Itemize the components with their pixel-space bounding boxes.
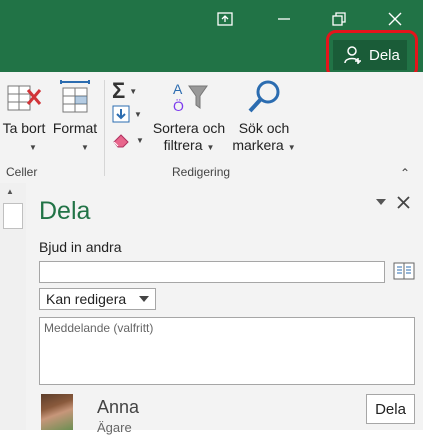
sort-filter-label-2: filtrera ▼ bbox=[163, 137, 215, 153]
format-cells-icon bbox=[60, 80, 90, 113]
magnifier-icon bbox=[248, 80, 280, 113]
address-book-icon[interactable] bbox=[393, 261, 415, 281]
close-icon[interactable] bbox=[383, 8, 407, 30]
delete-dropdown-icon: ▼ bbox=[29, 143, 37, 152]
autosum-dropdown-icon: ▼ bbox=[129, 86, 138, 96]
scroll-up-icon[interactable]: ▲ bbox=[6, 187, 14, 196]
share-pane: Dela Bjud in andra Kan redigera Meddelan… bbox=[26, 183, 423, 435]
ribbon: Ta bort ▼ Format ▼ Celler Σ ▼ ▼ ▼ A Ö Sor… bbox=[0, 72, 423, 184]
title-bar: Dela bbox=[0, 0, 423, 78]
fill-down-icon bbox=[112, 105, 130, 123]
pane-title: Dela bbox=[39, 197, 91, 225]
fill-button[interactable]: ▼ bbox=[112, 105, 142, 123]
editing-group-label: Redigering bbox=[172, 165, 231, 179]
share-button-label: Dela bbox=[369, 46, 400, 64]
permission-select[interactable]: Kan redigera bbox=[39, 288, 156, 310]
autosum-button[interactable]: Σ ▼ bbox=[112, 78, 137, 104]
invite-label: Bjud in andra bbox=[39, 239, 122, 255]
clear-button[interactable]: ▼ bbox=[112, 132, 144, 148]
permission-value: Kan redigera bbox=[46, 291, 127, 307]
autosum-icon: Σ bbox=[112, 78, 126, 103]
share-submit-button[interactable]: Dela bbox=[366, 394, 415, 424]
permission-dropdown-icon bbox=[139, 296, 149, 302]
collapse-ribbon-icon[interactable]: ⌃ bbox=[400, 166, 410, 180]
format-dropdown-icon: ▼ bbox=[81, 143, 89, 152]
format-label: Format bbox=[52, 120, 98, 136]
find-select-label-2: markera ▼ bbox=[232, 137, 296, 153]
delete-cells-icon bbox=[7, 85, 42, 111]
sort-filter-label-1: Sortera och bbox=[152, 120, 226, 136]
user-name: Anna bbox=[97, 397, 140, 417]
avatar bbox=[41, 394, 73, 430]
fill-dropdown-icon: ▼ bbox=[134, 109, 142, 119]
group-separator bbox=[104, 80, 105, 176]
restore-icon[interactable] bbox=[327, 8, 351, 30]
eraser-icon bbox=[113, 134, 129, 148]
delete-cells-button[interactable]: Ta bort ▼ bbox=[0, 78, 48, 156]
delete-label: Ta bort bbox=[2, 120, 46, 136]
share-person-icon bbox=[344, 46, 361, 64]
sort-filter-icon: A Ö bbox=[173, 81, 208, 114]
share-button[interactable]: Dela bbox=[333, 40, 407, 70]
message-textarea[interactable]: Meddelande (valfritt) bbox=[39, 317, 415, 385]
sort-filter-button[interactable]: A Ö Sortera och filtrera ▼ bbox=[148, 78, 230, 156]
minimize-icon[interactable] bbox=[272, 8, 296, 30]
ribbon-display-options-icon[interactable] bbox=[213, 8, 237, 30]
vertical-scrollbar[interactable]: ▲ bbox=[0, 183, 27, 430]
svg-text:A: A bbox=[173, 81, 183, 97]
scrollbar-thumb[interactable] bbox=[3, 203, 23, 229]
pane-options-icon[interactable] bbox=[376, 199, 386, 205]
find-select-label-1: Sök och bbox=[238, 120, 290, 136]
clear-dropdown-icon: ▼ bbox=[136, 135, 144, 145]
user-role: Ägare bbox=[97, 420, 132, 435]
invite-input[interactable] bbox=[39, 261, 385, 283]
cells-group-label: Celler bbox=[6, 165, 38, 179]
find-select-button[interactable]: Sök och markera ▼ bbox=[230, 78, 298, 156]
svg-text:Ö: Ö bbox=[173, 97, 184, 114]
pane-close-icon[interactable] bbox=[397, 196, 410, 214]
format-cells-button[interactable]: Format ▼ bbox=[50, 78, 100, 156]
